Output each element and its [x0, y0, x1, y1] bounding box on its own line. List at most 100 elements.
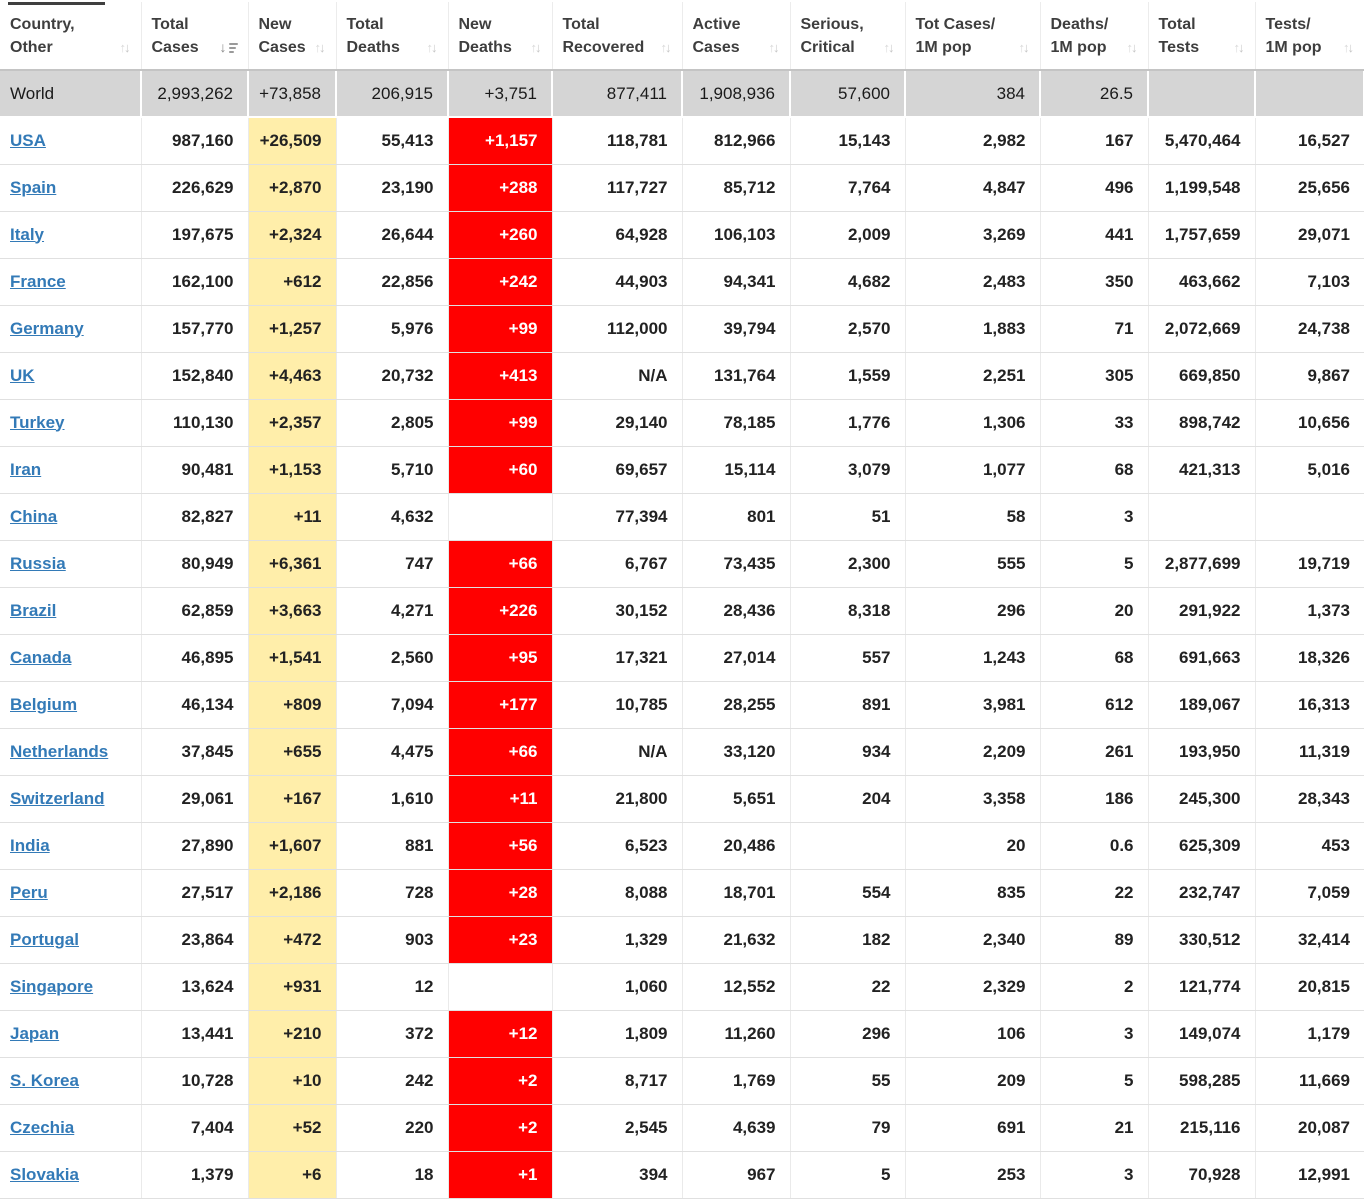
- total_recovered-cell: 77,394: [552, 493, 682, 540]
- total_tests-cell: 330,512: [1148, 916, 1255, 963]
- country-link[interactable]: Turkey: [10, 413, 65, 432]
- new_cases-cell: +6: [248, 1151, 336, 1198]
- table-row: Spain226,629+2,87023,190+288117,72785,71…: [0, 164, 1364, 211]
- active_cases-cell: 5,651: [682, 775, 790, 822]
- world-summary-row: World2,993,262+73,858206,915+3,751877,41…: [0, 70, 1364, 117]
- new_cases-cell: +612: [248, 258, 336, 305]
- column-header-total_cases[interactable]: TotalCases↓: [141, 2, 248, 70]
- country-link[interactable]: Peru: [10, 883, 48, 902]
- total_cases-cell: 226,629: [141, 164, 248, 211]
- country-link[interactable]: Brazil: [10, 601, 56, 620]
- new_deaths-cell: +413: [448, 352, 552, 399]
- column-header-deaths_per_1m[interactable]: Deaths/1M pop↑↓: [1040, 2, 1148, 70]
- column-header-tests_per_1m[interactable]: Tests/1M pop↑↓: [1255, 2, 1364, 70]
- tests_per_1m-cell: 5,016: [1255, 446, 1364, 493]
- cases_per_1m-cell: 835: [905, 869, 1040, 916]
- new_cases-cell: +52: [248, 1104, 336, 1151]
- tests_per_1m-cell: 28,343: [1255, 775, 1364, 822]
- new_cases-cell: +931: [248, 963, 336, 1010]
- total_deaths-cell: 5,710: [336, 446, 448, 493]
- country-link[interactable]: Belgium: [10, 695, 77, 714]
- country-link[interactable]: Spain: [10, 178, 56, 197]
- tests_per_1m-cell: 1,179: [1255, 1010, 1364, 1057]
- column-header-cases_per_1m[interactable]: Tot Cases/1M pop↑↓: [905, 2, 1040, 70]
- cases_per_1m-cell: 1,243: [905, 634, 1040, 681]
- tests_per_1m-cell: [1255, 70, 1364, 117]
- total_recovered-cell: 1,809: [552, 1010, 682, 1057]
- tests_per_1m-cell: 16,313: [1255, 681, 1364, 728]
- country-cell: Japan: [0, 1010, 141, 1057]
- total_cases-cell: 80,949: [141, 540, 248, 587]
- table-row: Japan13,441+210372+121,80911,26029610631…: [0, 1010, 1364, 1057]
- column-header-active_cases[interactable]: ActiveCases↑↓: [682, 2, 790, 70]
- table-row: Singapore13,624+931121,06012,552222,3292…: [0, 963, 1364, 1010]
- column-label: Cases: [693, 36, 740, 59]
- active_cases-cell: 21,632: [682, 916, 790, 963]
- column-header-total_deaths[interactable]: TotalDeaths↑↓: [336, 2, 448, 70]
- column-header-serious_critical[interactable]: Serious,Critical↑↓: [790, 2, 905, 70]
- new_cases-cell: +26,509: [248, 117, 336, 164]
- column-label: Deaths: [459, 36, 512, 59]
- column-header-total_tests[interactable]: TotalTests↑↓: [1148, 2, 1255, 70]
- serious_critical-cell: 296: [790, 1010, 905, 1057]
- tests_per_1m-cell: 32,414: [1255, 916, 1364, 963]
- cases_per_1m-cell: 2,483: [905, 258, 1040, 305]
- total_recovered-cell: N/A: [552, 728, 682, 775]
- column-header-new_cases[interactable]: NewCases↑↓: [248, 2, 336, 70]
- table-row: Russia80,949+6,361747+666,76773,4352,300…: [0, 540, 1364, 587]
- country-link[interactable]: S. Korea: [10, 1071, 79, 1090]
- country-link[interactable]: China: [10, 507, 57, 526]
- column-label: Tests: [1159, 36, 1200, 59]
- deaths_per_1m-cell: 350: [1040, 258, 1148, 305]
- country-cell: Canada: [0, 634, 141, 681]
- country-link[interactable]: Czechia: [10, 1118, 74, 1137]
- active_cases-cell: 15,114: [682, 446, 790, 493]
- new_cases-cell: +2,324: [248, 211, 336, 258]
- new_cases-cell: +3,663: [248, 587, 336, 634]
- tests_per_1m-cell: 1,373: [1255, 587, 1364, 634]
- country-link[interactable]: Canada: [10, 648, 71, 667]
- country-link[interactable]: Netherlands: [10, 742, 108, 761]
- country-link[interactable]: Slovakia: [10, 1165, 79, 1184]
- total_cases-cell: 197,675: [141, 211, 248, 258]
- column-label: Recovered: [563, 36, 645, 59]
- sort-updown-icon: ↑↓: [531, 36, 544, 59]
- column-label: Tests/: [1266, 13, 1357, 36]
- new_deaths-cell: +60: [448, 446, 552, 493]
- column-header-total_recovered[interactable]: TotalRecovered↑↓: [552, 2, 682, 70]
- country-link[interactable]: Portugal: [10, 930, 79, 949]
- country-link[interactable]: USA: [10, 131, 46, 150]
- new_deaths-cell: +242: [448, 258, 552, 305]
- country-link[interactable]: Switzerland: [10, 789, 104, 808]
- country-link[interactable]: Russia: [10, 554, 66, 573]
- deaths_per_1m-cell: 305: [1040, 352, 1148, 399]
- new_deaths-cell: +2: [448, 1057, 552, 1104]
- active_cases-cell: 4,639: [682, 1104, 790, 1151]
- active_cases-cell: 78,185: [682, 399, 790, 446]
- column-header-country[interactable]: Country,Other↑↓: [0, 2, 141, 70]
- country-link[interactable]: Italy: [10, 225, 44, 244]
- country-link[interactable]: France: [10, 272, 66, 291]
- table-row: Turkey110,130+2,3572,805+9929,14078,1851…: [0, 399, 1364, 446]
- total_cases-cell: 157,770: [141, 305, 248, 352]
- deaths_per_1m-cell: 5: [1040, 1057, 1148, 1104]
- new_deaths-cell: +288: [448, 164, 552, 211]
- country-link[interactable]: Japan: [10, 1024, 59, 1043]
- cases_per_1m-cell: 58: [905, 493, 1040, 540]
- country-link[interactable]: UK: [10, 366, 35, 385]
- cases_per_1m-cell: 2,340: [905, 916, 1040, 963]
- country-link[interactable]: India: [10, 836, 50, 855]
- country-cell: Slovakia: [0, 1151, 141, 1198]
- cases_per_1m-cell: 3,981: [905, 681, 1040, 728]
- serious_critical-cell: 2,300: [790, 540, 905, 587]
- country-link[interactable]: Singapore: [10, 977, 93, 996]
- deaths_per_1m-cell: 71: [1040, 305, 1148, 352]
- new_deaths-cell: +177: [448, 681, 552, 728]
- country-link[interactable]: Iran: [10, 460, 41, 479]
- country-link[interactable]: Germany: [10, 319, 84, 338]
- total_tests-cell: 598,285: [1148, 1057, 1255, 1104]
- sort-updown-icon: ↑↓: [120, 36, 133, 59]
- country-cell: Germany: [0, 305, 141, 352]
- table-row: Brazil62,859+3,6634,271+22630,15228,4368…: [0, 587, 1364, 634]
- column-header-new_deaths[interactable]: NewDeaths↑↓: [448, 2, 552, 70]
